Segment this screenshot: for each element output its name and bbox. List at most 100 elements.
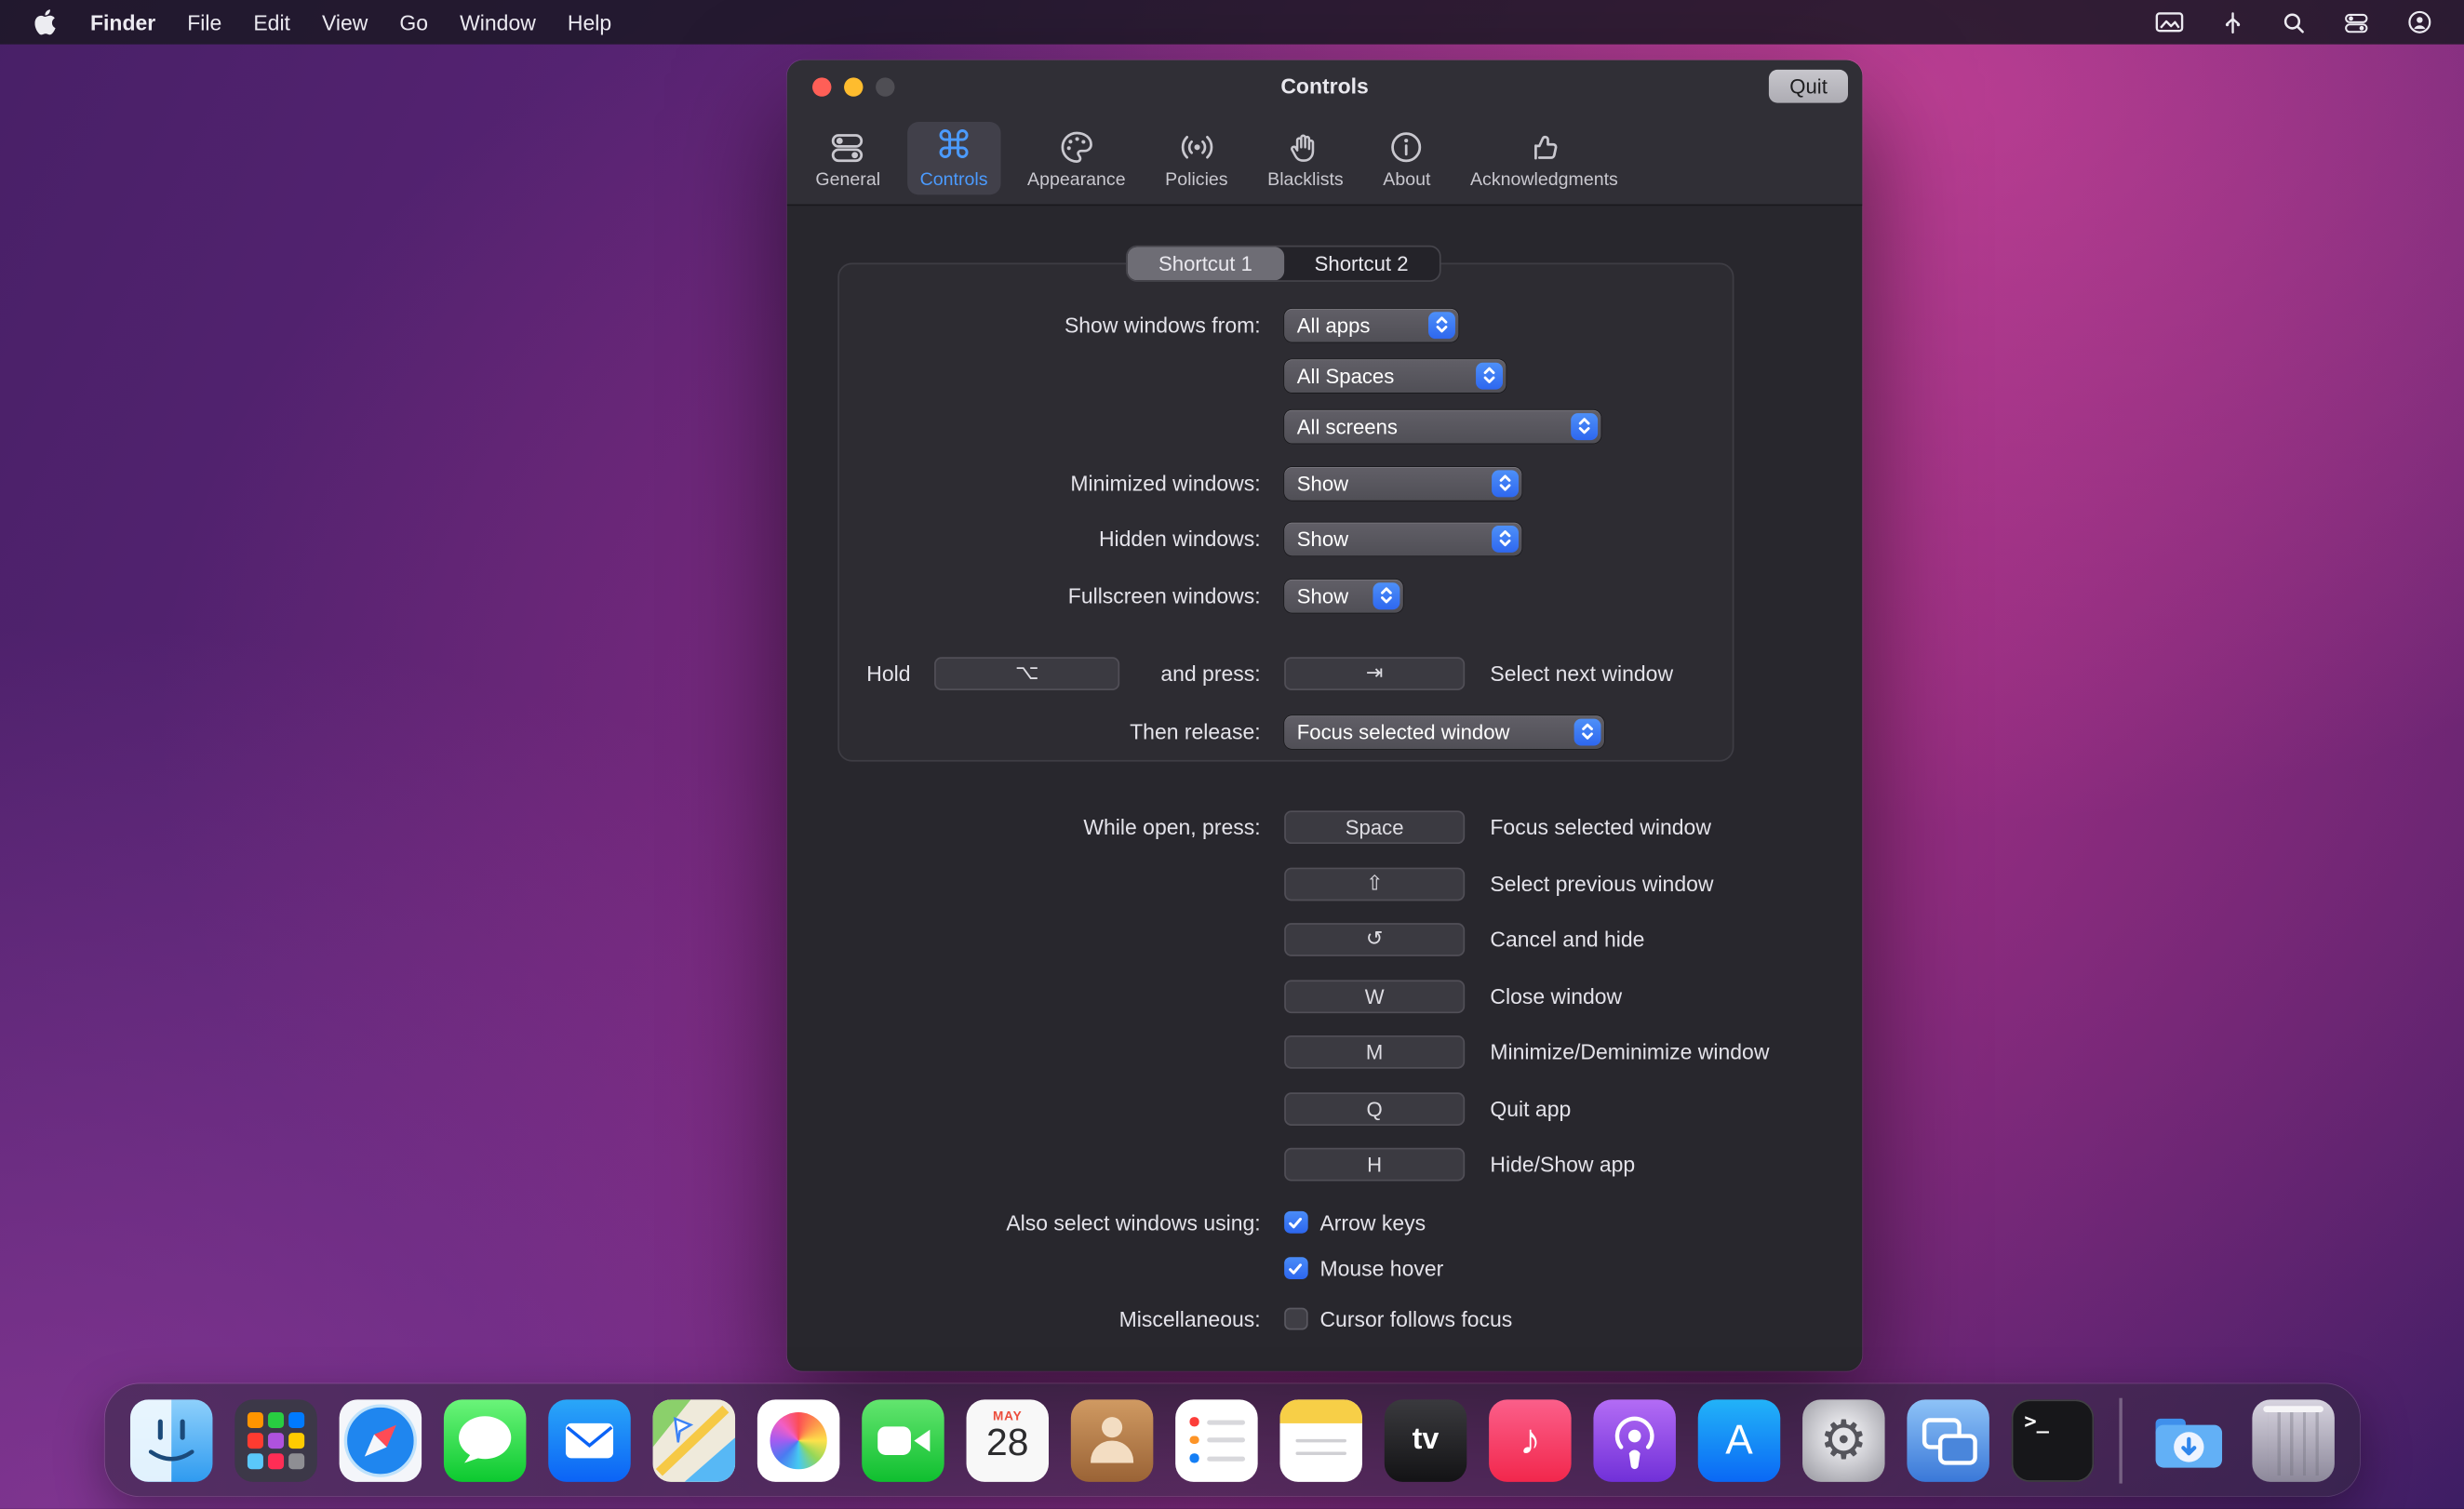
menu-item-go[interactable]: Go <box>383 10 444 34</box>
shortcut-row: ↺ Cancel and hide <box>787 921 1645 955</box>
mail-dock-icon[interactable] <box>548 1399 630 1481</box>
user-account-icon[interactable] <box>2407 9 2432 34</box>
shortcut-segmented-control: Shortcut 1 Shortcut 2 <box>1126 246 1441 282</box>
m-key-button[interactable]: M <box>1284 1035 1465 1068</box>
tab-controls[interactable]: ⌘ Controls <box>907 122 1000 194</box>
tab-acknowledgments[interactable]: Acknowledgments <box>1457 122 1630 194</box>
command-icon: ⌘ <box>935 127 973 167</box>
shift-key-button[interactable]: ⇧ <box>1284 867 1465 901</box>
shortcut-row: Q Quit app <box>787 1091 1571 1126</box>
checkbox-row: Miscellaneous: Cursor follows focus <box>787 1302 1513 1336</box>
reminders-dock-icon[interactable] <box>1175 1399 1257 1481</box>
downloads-folder-dock-icon[interactable] <box>2147 1399 2229 1481</box>
facetime-dock-icon[interactable] <box>862 1399 944 1481</box>
checkbox-row: Also select windows using: Arrow keys <box>787 1205 1426 1239</box>
apple-menu-icon[interactable] <box>25 9 65 34</box>
broadcast-icon <box>1177 127 1215 167</box>
q-key-button[interactable]: Q <box>1284 1091 1465 1125</box>
shortcut-row: H Hide/Show app <box>787 1146 1635 1181</box>
toggles-icon <box>829 127 867 167</box>
shortcut-row: W Close window <box>787 979 1622 1013</box>
connectivity-icon[interactable] <box>2222 10 2244 34</box>
tab-blacklists[interactable]: Blacklists <box>1255 122 1357 194</box>
notes-dock-icon[interactable] <box>1279 1399 1361 1481</box>
app-store-dock-icon[interactable]: A <box>1698 1399 1780 1481</box>
tab-label: Appearance <box>1027 171 1126 190</box>
tab-about[interactable]: About <box>1371 122 1443 194</box>
safari-dock-icon[interactable] <box>340 1399 422 1481</box>
terminal-dock-icon[interactable]: >_ <box>2012 1399 2094 1481</box>
quit-button[interactable]: Quit <box>1769 70 1848 103</box>
preferences-toolbar: General ⌘ Controls Appearance <box>803 113 1856 205</box>
minimized-windows-select[interactable]: Show <box>1284 466 1521 500</box>
menu-item-file[interactable]: File <box>171 10 237 34</box>
thumbs-up-icon <box>1525 127 1563 167</box>
menu-app-name[interactable]: Finder <box>74 10 171 34</box>
contacts-dock-icon[interactable] <box>1071 1399 1153 1481</box>
calendar-day-label: 28 <box>986 1422 1028 1462</box>
press-key-recorder[interactable]: ⇥ <box>1284 656 1465 689</box>
calendar-dock-icon[interactable]: MAY 28 <box>967 1399 1049 1481</box>
tab-appearance[interactable]: Appearance <box>1014 122 1138 194</box>
w-key-button[interactable]: W <box>1284 980 1465 1013</box>
segment-shortcut-2[interactable]: Shortcut 2 <box>1283 247 1440 280</box>
launchpad-dock-icon[interactable] <box>234 1399 316 1481</box>
tab-label: Acknowledgments <box>1470 171 1618 190</box>
minimized-windows-label: Minimized windows: <box>787 471 1261 495</box>
system-preferences-dock-icon[interactable]: ⚙ <box>1802 1399 1884 1481</box>
display-mirroring-icon[interactable] <box>2155 11 2184 33</box>
fullscreen-windows-select[interactable]: Show <box>1284 579 1403 612</box>
chevron-updown-icon <box>1476 362 1503 389</box>
miscellaneous-label: Miscellaneous: <box>787 1307 1261 1331</box>
cursor-follows-focus-checkbox[interactable] <box>1284 1307 1307 1330</box>
alttab-dock-icon[interactable] <box>1907 1399 1989 1481</box>
form-row: Fullscreen windows: Show <box>787 578 1403 612</box>
chevron-updown-icon <box>1574 718 1601 745</box>
arrow-keys-label: Arrow keys <box>1319 1210 1426 1235</box>
and-press-label: and press: <box>1119 661 1260 686</box>
form-row: Show windows from: All apps <box>787 307 1459 341</box>
finder-dock-icon[interactable] <box>130 1399 212 1481</box>
desktop: Finder File Edit View Go Window Help <box>0 0 2464 1509</box>
fullscreen-windows-label: Fullscreen windows: <box>787 583 1261 608</box>
gear-icon: ⚙ <box>1819 1409 1868 1472</box>
shortcut-row: ⇧ Select previous window <box>787 866 1714 901</box>
photos-dock-icon[interactable] <box>757 1399 839 1481</box>
search-icon[interactable] <box>2282 10 2306 34</box>
messages-dock-icon[interactable] <box>444 1399 526 1481</box>
then-release-select[interactable]: Focus selected window <box>1284 714 1604 748</box>
menu-item-window[interactable]: Window <box>444 10 552 34</box>
segment-shortcut-1[interactable]: Shortcut 1 <box>1128 247 1284 280</box>
apple-tv-dock-icon[interactable]: tv <box>1385 1399 1466 1481</box>
dock: MAY 28 tv ♪ A <box>105 1383 2360 1496</box>
spaces-select[interactable]: All Spaces <box>1284 358 1506 392</box>
chevron-updown-icon <box>1373 581 1399 608</box>
hand-icon <box>1287 127 1325 167</box>
chevron-updown-icon <box>1428 311 1455 338</box>
mouse-hover-checkbox[interactable] <box>1284 1257 1307 1280</box>
trash-dock-icon[interactable] <box>2252 1399 2334 1481</box>
space-key-button[interactable]: Space <box>1284 809 1465 843</box>
maps-dock-icon[interactable] <box>653 1399 735 1481</box>
tab-general[interactable]: General <box>803 122 893 194</box>
h-key-button[interactable]: H <box>1284 1147 1465 1181</box>
while-open-label: While open, press: <box>787 815 1261 839</box>
arrow-keys-checkbox[interactable] <box>1284 1210 1307 1234</box>
chevron-updown-icon <box>1571 412 1598 439</box>
menu-item-help[interactable]: Help <box>552 10 627 34</box>
hidden-windows-select[interactable]: Show <box>1284 522 1521 555</box>
podcasts-dock-icon[interactable] <box>1593 1399 1675 1481</box>
hold-key-recorder[interactable]: ⌥ <box>934 656 1119 689</box>
checkbox-row: Mouse hover <box>787 1250 1443 1285</box>
screens-select[interactable]: All screens <box>1284 409 1600 443</box>
music-dock-icon[interactable]: ♪ <box>1489 1399 1571 1481</box>
tab-policies[interactable]: Policies <box>1153 122 1241 194</box>
apps-select[interactable]: All apps <box>1284 308 1458 341</box>
form-row: Hidden windows: Show <box>787 521 1522 555</box>
escape-key-button[interactable]: ↺ <box>1284 922 1465 955</box>
menu-item-view[interactable]: View <box>306 10 383 34</box>
menu-item-edit[interactable]: Edit <box>237 10 306 34</box>
chevron-updown-icon <box>1492 525 1519 552</box>
shortcut-row: While open, press: Space Focus selected … <box>787 809 1711 844</box>
control-center-icon[interactable] <box>2344 10 2369 34</box>
